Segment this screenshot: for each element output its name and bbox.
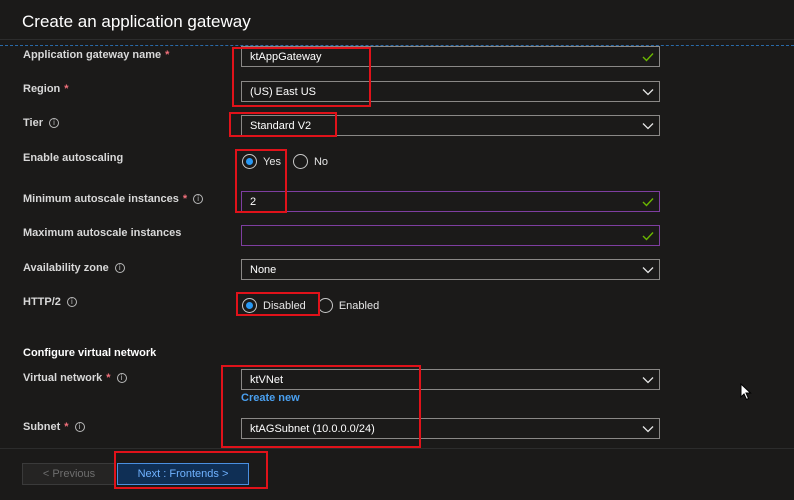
radio-checked-icon (242, 154, 257, 169)
checkmark-icon (637, 197, 659, 207)
chevron-down-icon (637, 419, 659, 438)
http2-label: HTTP/2 i (23, 296, 77, 308)
min-instances-label: Minimum autoscale instances * i (23, 193, 204, 205)
region-label: Region * (23, 83, 69, 95)
checkmark-icon (637, 52, 659, 62)
min-instances-input[interactable]: 2 (241, 191, 660, 212)
vnet-label: Virtual network * i (23, 372, 127, 384)
chevron-down-icon (637, 82, 659, 101)
page-title: Create an application gateway (22, 12, 251, 31)
availability-zone-dropdown[interactable]: None (241, 259, 660, 280)
availability-zone-label: Availability zone i (23, 262, 125, 274)
radio-unchecked-icon (292, 154, 308, 169)
autoscaling-radio-group: Yes No (242, 154, 328, 169)
info-icon[interactable]: i (114, 263, 125, 273)
gateway-name-label: Application gateway name * (23, 49, 170, 61)
autoscaling-yes-radio[interactable]: Yes (242, 154, 281, 169)
section-title-virtual-network: Configure virtual network (23, 347, 157, 359)
http2-enabled-radio[interactable]: Enabled (317, 298, 379, 313)
info-icon[interactable]: i (66, 297, 77, 307)
http2-radio-group: Disabled Enabled (242, 298, 379, 313)
subnet-label: Subnet * i (23, 421, 85, 433)
autoscaling-no-radio[interactable]: No (292, 154, 328, 169)
checkmark-icon (637, 231, 659, 241)
max-instances-label: Maximum autoscale instances (23, 227, 182, 239)
info-icon[interactable]: i (48, 118, 59, 128)
chevron-down-icon (637, 260, 659, 279)
max-instances-input[interactable] (241, 225, 660, 246)
chevron-down-icon (637, 116, 659, 135)
mouse-pointer-icon (740, 382, 752, 404)
subnet-dropdown[interactable]: ktAGSubnet (10.0.0.0/24) (241, 418, 660, 439)
http2-disabled-radio[interactable]: Disabled (242, 298, 306, 313)
blade-header: Create an application gateway (0, 0, 794, 40)
radio-unchecked-icon (317, 298, 333, 313)
vnet-dropdown[interactable]: ktVNet (241, 369, 660, 390)
chevron-down-icon (637, 370, 659, 389)
region-dropdown[interactable]: (US) East US (241, 81, 660, 102)
info-icon[interactable]: i (193, 194, 204, 204)
autoscaling-label: Enable autoscaling (23, 152, 124, 164)
tier-label: Tier i (23, 117, 59, 129)
footer-divider (0, 448, 794, 449)
gateway-name-input[interactable]: ktAppGateway (241, 46, 660, 67)
info-icon[interactable]: i (116, 373, 127, 383)
radio-checked-icon (242, 298, 257, 313)
tier-dropdown[interactable]: Standard V2 (241, 115, 660, 136)
previous-button[interactable]: < Previous (22, 463, 116, 485)
create-new-vnet-link[interactable]: Create new (241, 392, 300, 404)
info-icon[interactable]: i (74, 422, 85, 432)
next-frontends-button[interactable]: Next : Frontends > (117, 463, 249, 485)
